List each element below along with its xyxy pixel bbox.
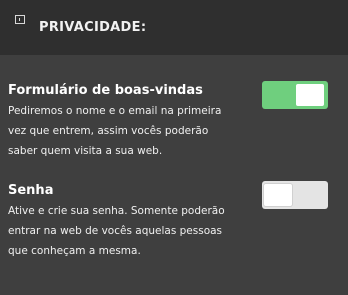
- setting-welcome-form: Formulário de boas-vindas Pediremos o no…: [8, 83, 258, 161]
- setting-description-line: saber quem visita a sua web.: [8, 145, 163, 157]
- privacy-header: PRIVACIDADE:: [0, 0, 348, 55]
- setting-title: Senha: [8, 183, 54, 198]
- setting-description-line: que conheçam a mesma.: [8, 245, 141, 257]
- welcome-form-toggle[interactable]: [262, 81, 328, 109]
- setting-description-line: vez que entrem, assim vocês poderão: [8, 125, 209, 137]
- password-toggle[interactable]: [262, 181, 328, 209]
- small-square-icon: [15, 15, 25, 24]
- setting-password: Senha Ative e crie sua senha. Somente po…: [8, 183, 258, 261]
- toggle-knob: [296, 84, 324, 106]
- setting-title: Formulário de boas-vindas: [8, 83, 203, 98]
- setting-description-line: Ative e crie sua senha. Somente poderão: [8, 205, 225, 217]
- setting-description: Pediremos o nome e o email na primeira v…: [8, 101, 258, 161]
- setting-description-line: Pediremos o nome e o email na primeira: [8, 105, 222, 117]
- section-title: PRIVACIDADE:: [39, 20, 147, 35]
- setting-description-line: entrar na web de vocês aquelas pessoas: [8, 225, 223, 237]
- toggle-knob: [264, 184, 292, 206]
- setting-description: Ative e crie sua senha. Somente poderão …: [8, 201, 258, 261]
